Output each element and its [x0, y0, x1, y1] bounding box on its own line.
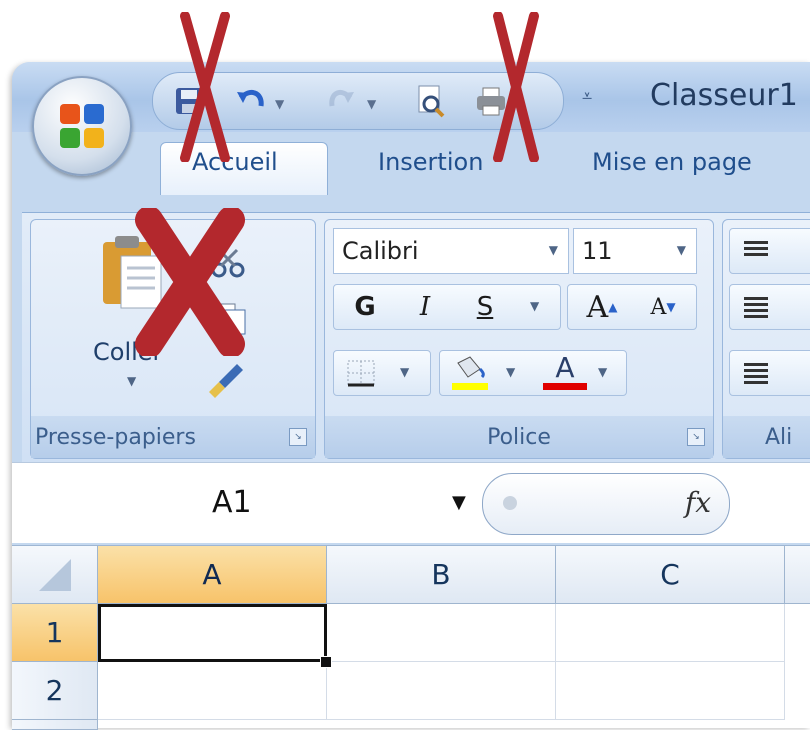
font-color-button[interactable]: A [540, 353, 590, 393]
alignment-group: Ali [722, 219, 810, 459]
active-cell-outline [98, 604, 327, 662]
decrease-indent-icon [744, 363, 768, 366]
font-size-combo[interactable]: 11 ▼ [573, 228, 697, 274]
copy-icon[interactable] [211, 302, 249, 336]
undo-button[interactable] [233, 83, 269, 119]
cell-b1[interactable] [327, 604, 556, 662]
paste-button-label[interactable]: Coller [93, 338, 162, 366]
select-all-icon [38, 558, 71, 591]
underline-dropdown-icon[interactable]: ▼ [530, 299, 539, 313]
alignment-group-label: Ali [723, 416, 810, 458]
cut-icon[interactable] [211, 248, 247, 278]
redo-icon [329, 89, 354, 107]
worksheet-grid: A B C 1 2 [12, 545, 810, 730]
tab-mise-en-page[interactable]: Mise en page [592, 148, 752, 176]
print-preview-button[interactable] [413, 83, 449, 119]
color-buttons: ▼ A ▼ [439, 350, 627, 396]
office-logo-icon [60, 104, 104, 148]
font-color-dropdown-icon[interactable]: ▼ [598, 365, 607, 379]
name-box[interactable]: A1 ▼ [22, 471, 492, 533]
underline-button[interactable]: S [460, 285, 510, 329]
highlight-dropdown-icon[interactable]: ▼ [506, 365, 515, 379]
decrease-indent-button[interactable] [729, 350, 810, 396]
column-header-b[interactable]: B [327, 546, 556, 604]
font-name-value: Calibri [342, 237, 419, 265]
clipboard-group-label: Presse-papiers [31, 416, 315, 458]
row-header-1[interactable]: 1 [12, 604, 98, 662]
column-header-a[interactable]: A [98, 546, 327, 604]
column-header-c[interactable]: C [556, 546, 785, 604]
clipboard-dialog-launcher[interactable]: ↘ [289, 428, 307, 446]
format-painter-icon[interactable] [207, 360, 247, 400]
save-button[interactable] [171, 83, 207, 119]
align-left-button[interactable] [729, 284, 810, 330]
borders-button-frame: ▼ [333, 350, 431, 396]
row-header-partial[interactable] [12, 720, 98, 730]
font-dialog-launcher[interactable]: ↘ [687, 428, 705, 446]
undo-dropdown-icon[interactable]: ▼ [275, 97, 284, 111]
bold-button[interactable]: G [340, 285, 390, 329]
font-size-value: 11 [582, 237, 613, 265]
align-top-icon [744, 241, 768, 244]
fill-handle[interactable] [320, 656, 332, 668]
clipboard-group: Coller ▼ Presse-papiers ↘ [30, 219, 316, 459]
row-header-2[interactable]: 2 [12, 662, 98, 720]
alignment-label-text: Ali [765, 424, 793, 450]
font-size-step-buttons: A ▲ A ▼ [567, 284, 697, 330]
font-label-text: Police [487, 424, 551, 450]
undo-icon [237, 89, 264, 107]
formula-bar: A1 ▼ fx [12, 462, 810, 543]
name-box-value: A1 [212, 484, 252, 520]
formula-bar-splitter[interactable]: fx [482, 473, 730, 535]
font-name-dropdown-icon[interactable]: ▼ [549, 243, 558, 257]
grow-font-letter: A [586, 289, 609, 325]
print-button[interactable] [473, 83, 509, 119]
borders-dropdown-icon[interactable]: ▼ [400, 365, 409, 379]
paste-icon[interactable] [97, 234, 167, 314]
cell-c2[interactable] [556, 662, 785, 720]
font-group-label: Police [325, 416, 713, 458]
shrink-font-letter: A [650, 294, 667, 320]
splitter-knob-icon [503, 496, 517, 510]
save-icon [176, 88, 202, 114]
font-color-swatch [543, 383, 587, 390]
highlight-fill-icon[interactable] [450, 355, 490, 391]
paste-dropdown-icon[interactable]: ▼ [127, 374, 136, 388]
select-all-corner[interactable] [12, 546, 98, 604]
column-header-partial[interactable] [785, 546, 810, 604]
cell-b2[interactable] [327, 662, 556, 720]
window-title: Classeur1 [650, 78, 798, 113]
quick-access-toolbar: ▼ ▼ [152, 72, 564, 130]
cell-a2[interactable] [98, 662, 327, 720]
print-icon [477, 87, 505, 116]
redo-dropdown-icon[interactable]: ▼ [367, 97, 376, 111]
redo-button[interactable] [323, 83, 359, 119]
shrink-font-button[interactable]: A ▼ [634, 285, 692, 329]
font-color-letter: A [555, 351, 575, 384]
font-size-dropdown-icon[interactable]: ▼ [677, 243, 686, 257]
align-left-icon [744, 297, 768, 300]
print-preview-icon [418, 85, 445, 118]
borders-icon[interactable] [346, 359, 376, 387]
customize-qat-icon[interactable]: ⩡ [582, 86, 592, 107]
tab-accueil[interactable]: Accueil [192, 148, 278, 176]
bius-buttons: G I S ▼ [333, 284, 561, 330]
grow-font-button[interactable]: A ▲ [572, 285, 632, 329]
cell-c1[interactable] [556, 604, 785, 662]
insert-function-button[interactable]: fx [685, 486, 711, 519]
font-group: Calibri ▼ 11 ▼ G I S ▼ A ▲ A ▼ ▼ ▼ A ▼ P… [324, 219, 714, 459]
clipboard-label-text: Presse-papiers [35, 424, 196, 450]
name-box-dropdown-icon[interactable]: ▼ [452, 492, 466, 513]
font-name-combo[interactable]: Calibri ▼ [333, 228, 569, 274]
ribbon-tabs: Accueil Insertion Mise en page [12, 132, 810, 195]
office-button[interactable] [32, 76, 132, 176]
italic-button[interactable]: I [400, 285, 450, 329]
ribbon: Coller ▼ Presse-papiers ↘ Calibri ▼ 11 ▼… [22, 212, 810, 463]
align-top-button[interactable] [729, 228, 810, 274]
tab-insertion[interactable]: Insertion [378, 148, 483, 176]
